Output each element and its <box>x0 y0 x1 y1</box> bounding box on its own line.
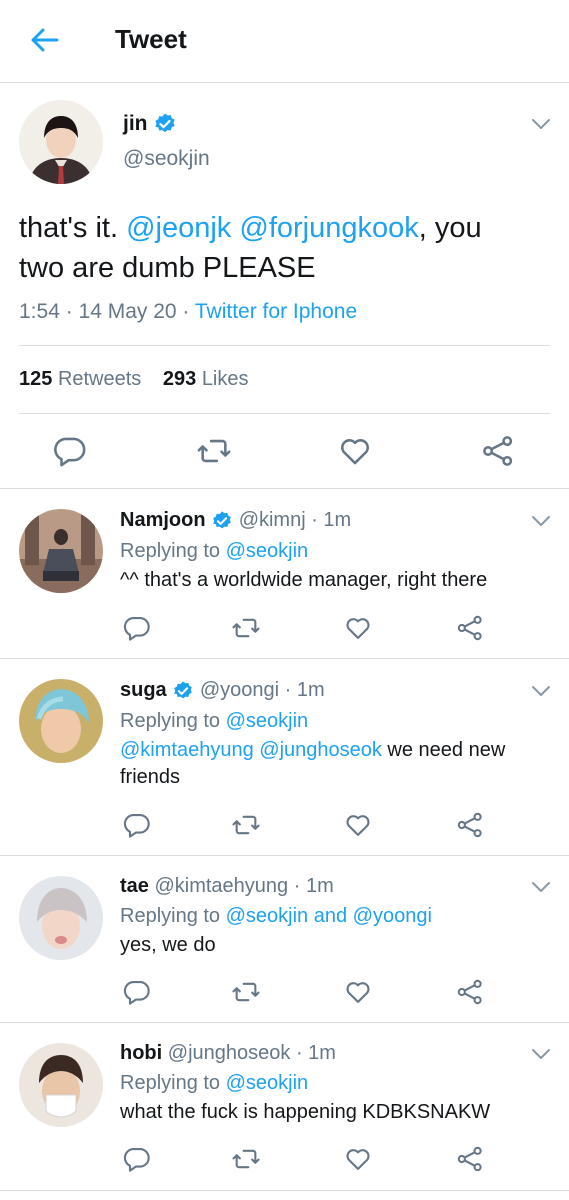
avatar[interactable] <box>19 679 103 763</box>
mention-link[interactable]: @seokjin <box>226 710 309 732</box>
reply-tweet[interactable]: hobi @junghoseok · 1m Replying to @seokj… <box>0 1023 569 1200</box>
reply-header: tae @kimtaehyung · 1m <box>120 875 334 898</box>
author-handle[interactable]: @kimnj · 1m <box>239 509 352 531</box>
chevron-down-icon[interactable] <box>530 684 552 698</box>
reply-text: @kimtaehyung @junghoseok we need new fri… <box>120 739 506 788</box>
source-link[interactable]: Twitter for Iphone <box>195 300 357 323</box>
author-handle[interactable]: @seokjin <box>123 147 210 171</box>
retweet-icon[interactable] <box>232 978 260 1006</box>
share-icon[interactable] <box>456 614 484 642</box>
reply-header: hobi @junghoseok · 1m <box>120 1042 336 1065</box>
top-bar: Tweet <box>0 0 569 82</box>
verified-badge-icon <box>211 510 233 532</box>
avatar[interactable] <box>19 100 103 184</box>
divider <box>19 345 550 346</box>
reply-header: suga @yoongi · 1m <box>120 679 325 702</box>
mention-link[interactable]: @seokjin <box>226 1072 309 1094</box>
mention-link[interactable]: @junghoseok <box>259 739 382 761</box>
author-name[interactable]: hobi <box>120 1042 162 1064</box>
reply-tweet[interactable]: Namjoon @kimnj · 1m Replying to @seokjin… <box>0 489 569 658</box>
avatar[interactable] <box>19 509 103 593</box>
share-icon[interactable] <box>481 434 515 468</box>
like-stat[interactable]: 293 Likes <box>163 368 249 390</box>
replying-to: Replying to @seokjin <box>120 540 309 562</box>
divider <box>0 1190 569 1191</box>
mention-link[interactable]: @jeonjk <box>126 212 231 244</box>
author-handle[interactable]: @junghoseok · 1m <box>168 1042 336 1064</box>
reply-text: ^^ that's a worldwide manager, right the… <box>120 569 488 591</box>
reply-icon[interactable] <box>123 811 151 839</box>
retweet-icon[interactable] <box>232 811 260 839</box>
header-divider <box>0 82 569 83</box>
retweet-icon[interactable] <box>197 434 231 468</box>
like-icon[interactable] <box>338 434 372 468</box>
retweet-icon[interactable] <box>232 614 260 642</box>
avatar[interactable] <box>19 1043 103 1127</box>
like-icon[interactable] <box>344 614 372 642</box>
tweet-stats: 125 Retweets 293 Likes <box>19 368 249 391</box>
reply-icon[interactable] <box>123 1145 151 1173</box>
chevron-down-icon[interactable] <box>530 514 552 528</box>
mention-link[interactable]: @seokjin <box>226 540 309 562</box>
retweet-icon[interactable] <box>232 1145 260 1173</box>
author-name[interactable]: Namjoon <box>120 509 206 531</box>
like-icon[interactable] <box>344 978 372 1006</box>
divider <box>19 413 550 414</box>
share-icon[interactable] <box>456 978 484 1006</box>
reply-text: yes, we do <box>120 934 216 956</box>
reply-header: Namjoon @kimnj · 1m <box>120 509 351 532</box>
page-title: Tweet <box>115 24 187 54</box>
author-name[interactable]: jin <box>123 112 177 136</box>
mention-link[interactable]: @forjungkook <box>239 212 418 244</box>
retweet-stat[interactable]: 125 Retweets <box>19 368 141 390</box>
author-handle[interactable]: @yoongi · 1m <box>200 679 325 701</box>
back-arrow-icon[interactable] <box>28 24 62 56</box>
replying-to: Replying to @seokjin <box>120 710 309 732</box>
chevron-down-icon[interactable] <box>530 880 552 894</box>
author-name[interactable]: suga <box>120 679 167 701</box>
reply-icon[interactable] <box>123 614 151 642</box>
reply-text: what the fuck is happening KDBKSNAKW <box>120 1101 491 1123</box>
mention-link[interactable]: @kimtaehyung <box>120 739 254 761</box>
verified-badge-icon <box>172 680 194 702</box>
author-name[interactable]: tae <box>120 875 149 897</box>
verified-badge-icon <box>153 112 177 136</box>
like-icon[interactable] <box>344 1145 372 1173</box>
reply-icon[interactable] <box>53 434 87 468</box>
replying-to: Replying to @seokjin and @yoongi <box>120 905 432 927</box>
reply-tweet[interactable]: suga @yoongi · 1m Replying to @seokjin @… <box>0 659 569 855</box>
author-handle[interactable]: @kimtaehyung · 1m <box>154 875 333 897</box>
share-icon[interactable] <box>456 1145 484 1173</box>
chevron-down-icon[interactable] <box>530 117 552 131</box>
mention-link[interactable]: @seokjin and @yoongi <box>226 905 432 927</box>
share-icon[interactable] <box>456 811 484 839</box>
reply-tweet[interactable]: tae @kimtaehyung · 1m Replying to @seokj… <box>0 856 569 1022</box>
like-icon[interactable] <box>344 811 372 839</box>
reply-icon[interactable] <box>123 978 151 1006</box>
tweet-timestamp: 1:54 · 14 May 20 · Twitter for Iphone <box>19 300 358 323</box>
avatar[interactable] <box>19 876 103 960</box>
chevron-down-icon[interactable] <box>530 1047 552 1061</box>
replying-to: Replying to @seokjin <box>120 1072 309 1094</box>
tweet-text: that's it. @jeonjk @forjungkook, you two… <box>19 212 482 284</box>
